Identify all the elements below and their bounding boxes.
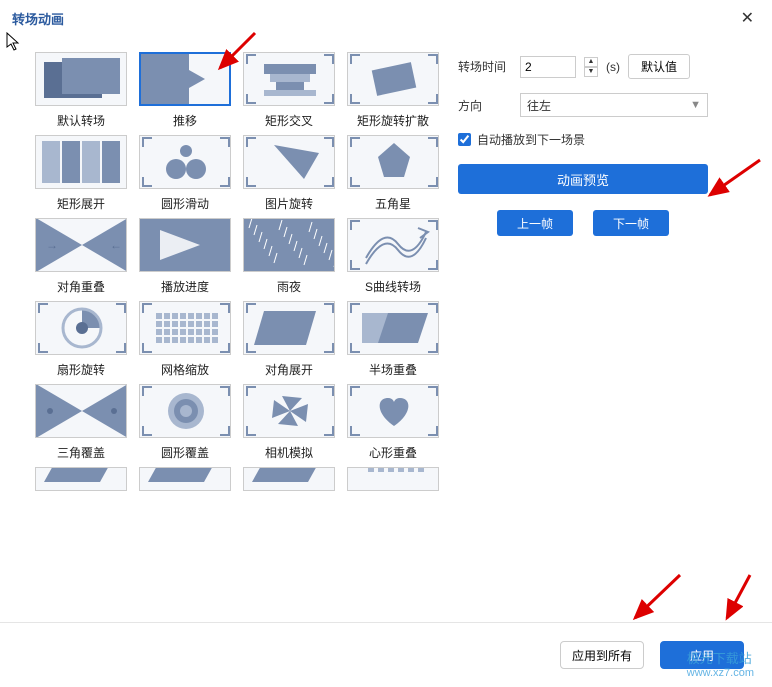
transition-default[interactable]: 默认转场 bbox=[32, 52, 130, 129]
transition-label: 相机模拟 bbox=[265, 444, 313, 461]
next-frame-button[interactable]: 下一帧 bbox=[593, 210, 669, 236]
transition-pentagon[interactable]: 五角星 bbox=[344, 135, 442, 212]
transition-thumb bbox=[347, 384, 439, 438]
transition-circle-cover[interactable]: 圆形覆盖 bbox=[136, 384, 234, 461]
transition-label: 对角重叠 bbox=[57, 278, 105, 295]
transition-thumb bbox=[139, 218, 231, 272]
cursor-icon bbox=[6, 32, 22, 57]
transition-label: 半场重叠 bbox=[369, 361, 417, 378]
transition-thumb bbox=[243, 218, 335, 272]
transition-rect-expand[interactable]: 矩形展开 bbox=[32, 135, 130, 212]
transition-thumb bbox=[35, 384, 127, 438]
transition-label: 雨夜 bbox=[277, 278, 301, 295]
transition-thumb bbox=[243, 384, 335, 438]
close-icon[interactable]: ✕ bbox=[735, 8, 760, 28]
transition-thumb bbox=[347, 301, 439, 355]
transition-label: S曲线转场 bbox=[365, 278, 421, 295]
duration-up[interactable]: ▲ bbox=[584, 57, 598, 67]
autoplay-checkbox[interactable] bbox=[458, 133, 471, 146]
transition-play-progress[interactable]: 播放进度 bbox=[136, 218, 234, 295]
transition-label: 推移 bbox=[173, 112, 197, 129]
direction-select[interactable]: 往左 ▼ bbox=[520, 93, 708, 117]
transition-label: 图片旋转 bbox=[265, 195, 313, 212]
transition-label: 矩形展开 bbox=[57, 195, 105, 212]
transition-partial[interactable] bbox=[32, 467, 130, 491]
transition-thumb bbox=[35, 52, 127, 106]
transition-label: 矩形旋转扩散 bbox=[357, 112, 429, 129]
transition-label: 圆形滑动 bbox=[161, 195, 209, 212]
transition-thumb bbox=[347, 52, 439, 106]
dialog-title: 转场动画 bbox=[12, 9, 64, 28]
transition-thumb bbox=[347, 467, 439, 491]
transition-thumb bbox=[139, 301, 231, 355]
transition-diagonal-overlap[interactable]: →←对角重叠 bbox=[32, 218, 130, 295]
transition-thumb bbox=[243, 467, 335, 491]
transition-label: 播放进度 bbox=[161, 278, 209, 295]
transition-half-overlap[interactable]: 半场重叠 bbox=[344, 301, 442, 378]
transition-thumb bbox=[139, 135, 231, 189]
transition-label: 圆形覆盖 bbox=[161, 444, 209, 461]
transition-diagonal-expand[interactable]: 对角展开 bbox=[240, 301, 338, 378]
transition-label: 默认转场 bbox=[57, 112, 105, 129]
transition-camera-sim[interactable]: 相机模拟 bbox=[240, 384, 338, 461]
transition-partial[interactable] bbox=[344, 467, 442, 491]
direction-label: 方向 bbox=[458, 97, 512, 114]
annotation-arrow bbox=[620, 570, 690, 630]
transition-thumb bbox=[243, 301, 335, 355]
divider bbox=[0, 622, 772, 623]
duration-unit: (s) bbox=[606, 60, 620, 74]
transition-fan-rotate[interactable]: 扇形旋转 bbox=[32, 301, 130, 378]
transition-thumb bbox=[243, 52, 335, 106]
transition-thumb bbox=[35, 301, 127, 355]
transition-heart-overlap[interactable]: 心形重叠 bbox=[344, 384, 442, 461]
transition-push[interactable]: 推移 bbox=[136, 52, 234, 129]
svg-text:←: ← bbox=[110, 238, 122, 252]
transition-circle-slide[interactable]: 圆形滑动 bbox=[136, 135, 234, 212]
transition-partial[interactable] bbox=[240, 467, 338, 491]
transition-thumb bbox=[35, 467, 127, 491]
transition-thumb bbox=[139, 52, 231, 106]
transition-label: 对角展开 bbox=[265, 361, 313, 378]
duration-input[interactable] bbox=[520, 56, 576, 78]
svg-text:→: → bbox=[46, 238, 58, 252]
preview-button[interactable]: 动画预览 bbox=[458, 164, 708, 194]
transition-rect-cross[interactable]: 矩形交叉 bbox=[240, 52, 338, 129]
prev-frame-button[interactable]: 上一帧 bbox=[497, 210, 573, 236]
watermark: 极光下载站 www.xz7.com bbox=[687, 648, 754, 679]
transition-label: 网格缩放 bbox=[161, 361, 209, 378]
direction-value: 往左 bbox=[527, 97, 551, 114]
transition-grid: 默认转场推移矩形交叉矩形旋转扩散矩形展开圆形滑动图片旋转五角星→←对角重叠播放进… bbox=[8, 44, 448, 491]
transition-grid-zoom[interactable]: 网格缩放 bbox=[136, 301, 234, 378]
settings-panel: 转场时间 ▲ ▼ (s) 默认值 方向 往左 ▼ 自动播放到下一场景 动画预览 … bbox=[448, 44, 738, 491]
autoplay-label: 自动播放到下一场景 bbox=[477, 131, 585, 148]
transition-thumb bbox=[347, 218, 439, 272]
transition-s-curve[interactable]: S曲线转场 bbox=[344, 218, 442, 295]
annotation-arrow bbox=[715, 570, 765, 630]
default-button[interactable]: 默认值 bbox=[628, 54, 690, 79]
transition-rect-spin-spread[interactable]: 矩形旋转扩散 bbox=[344, 52, 442, 129]
transition-label: 扇形旋转 bbox=[57, 361, 105, 378]
transition-thumb bbox=[139, 467, 231, 491]
transition-thumb bbox=[35, 135, 127, 189]
chevron-down-icon: ▼ bbox=[690, 99, 701, 111]
transition-rainy-night[interactable]: 雨夜 bbox=[240, 218, 338, 295]
transition-image-rotate[interactable]: 图片旋转 bbox=[240, 135, 338, 212]
transition-thumb bbox=[139, 384, 231, 438]
apply-all-button[interactable]: 应用到所有 bbox=[560, 641, 644, 669]
duration-label: 转场时间 bbox=[458, 58, 512, 75]
transition-label: 五角星 bbox=[375, 195, 411, 212]
transition-thumb bbox=[347, 135, 439, 189]
transition-label: 心形重叠 bbox=[369, 444, 417, 461]
duration-down[interactable]: ▼ bbox=[584, 67, 598, 77]
transition-label: 三角覆盖 bbox=[57, 444, 105, 461]
transition-partial[interactable] bbox=[136, 467, 234, 491]
transition-thumb: →← bbox=[35, 218, 127, 272]
transition-triangle-cover[interactable]: 三角覆盖 bbox=[32, 384, 130, 461]
transition-thumb bbox=[243, 135, 335, 189]
transition-label: 矩形交叉 bbox=[265, 112, 313, 129]
